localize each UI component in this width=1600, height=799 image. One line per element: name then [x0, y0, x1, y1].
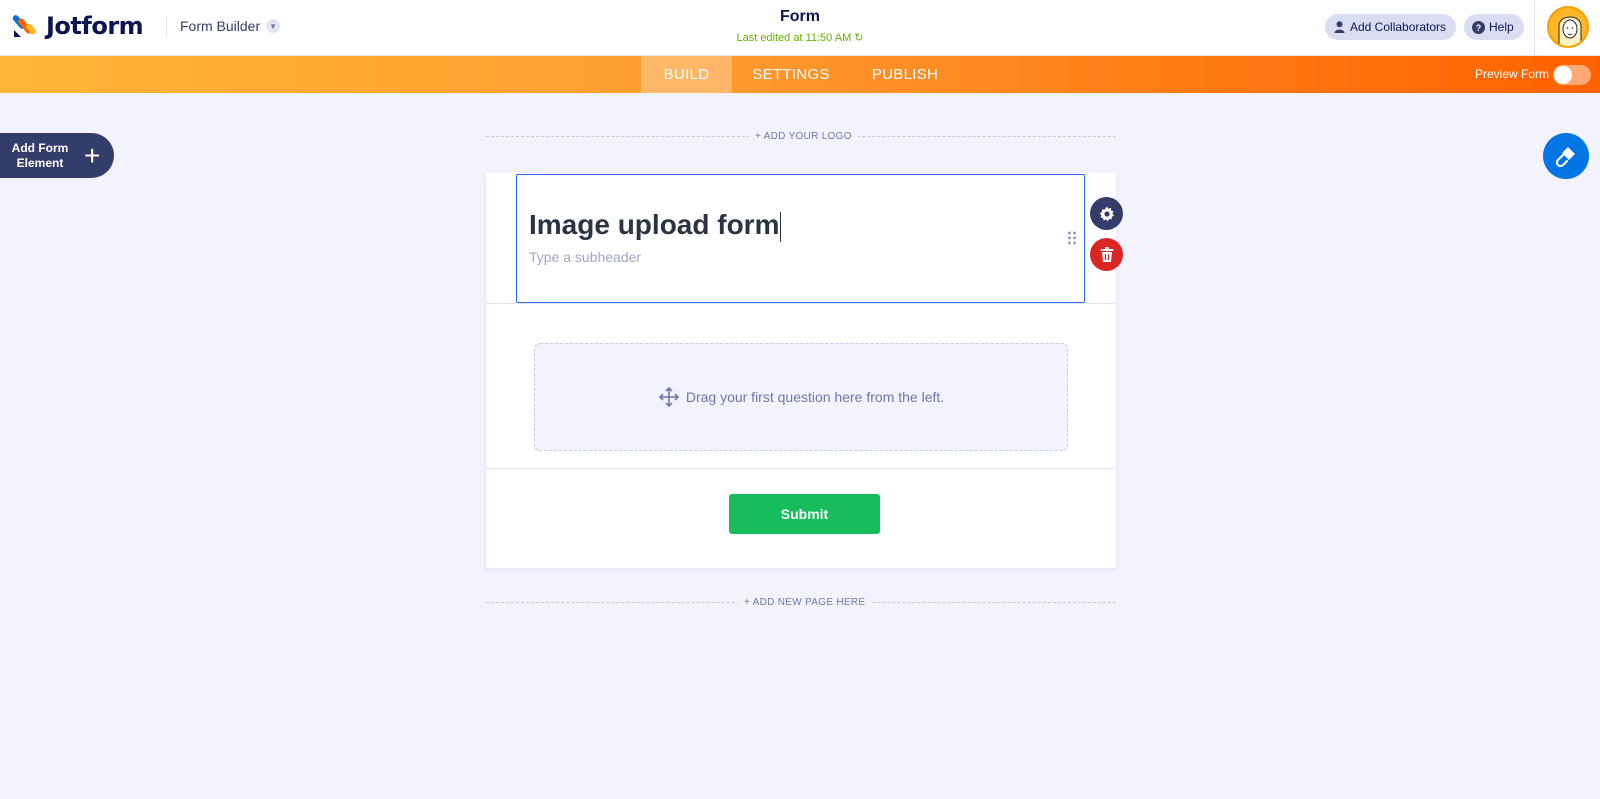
preview-form-toggle[interactable] [1553, 65, 1591, 85]
subheader-input[interactable]: Type a subheader [529, 249, 641, 265]
add-collaborators-label: Add Collaborators [1350, 20, 1447, 34]
add-form-element-button[interactable]: Add Form Element + [0, 133, 114, 178]
svg-text:?: ? [1476, 23, 1482, 33]
refresh-icon[interactable]: ↻ [854, 32, 863, 44]
gear-icon [1099, 206, 1114, 221]
last-edited-text: Last edited at 11:50 AM [736, 32, 852, 44]
move-arrows-icon [658, 386, 680, 408]
text-cursor [780, 211, 782, 242]
form-heading[interactable]: Image upload form [529, 209, 782, 242]
drop-zone-hint: Drag your first question here from the l… [685, 389, 945, 405]
tab-publish[interactable]: PUBLISH [866, 56, 944, 93]
question-drop-zone[interactable]: Drag your first question here from the l… [534, 343, 1068, 451]
top-header: Jotform Form Builder ▼ Form Last edited … [0, 0, 1600, 56]
element-settings-button[interactable] [1090, 197, 1123, 230]
section-divider [486, 468, 1116, 469]
form-designer-button[interactable] [1543, 133, 1589, 179]
section-divider [486, 303, 1116, 304]
help-button[interactable]: ? Help [1464, 14, 1524, 40]
add-form-element-label-line1: Add Form [11, 140, 69, 155]
paint-roller-icon [1555, 147, 1575, 167]
add-form-element-label-line2: Element [16, 155, 64, 170]
plus-icon: + [84, 139, 101, 171]
submit-button[interactable]: Submit [729, 494, 880, 534]
drag-handle-icon[interactable] [1067, 231, 1077, 250]
form-card: Image upload form Type a subheader Drag … [486, 173, 1116, 568]
preview-form-label: Preview Form [1475, 67, 1550, 81]
delete-element-button[interactable] [1090, 238, 1123, 271]
toggle-knob [1554, 66, 1572, 84]
add-collaborators-button[interactable]: Add Collaborators [1325, 14, 1457, 40]
builder-tabs-bar: BUILD SETTINGS PUBLISH Preview Form [0, 56, 1600, 93]
tab-build[interactable]: BUILD [641, 56, 732, 93]
trash-icon [1100, 246, 1113, 262]
add-logo-link[interactable]: + ADD YOUR LOGO [749, 131, 858, 142]
form-heading-text: Image upload form [529, 209, 780, 240]
add-form-element-label: Add Form Element [0, 141, 80, 171]
help-label: Help [1489, 20, 1514, 34]
tab-settings[interactable]: SETTINGS [746, 56, 836, 93]
help-icon: ? [1472, 20, 1485, 34]
header-divider-right [1534, 0, 1535, 56]
user-avatar[interactable] [1547, 6, 1589, 48]
user-icon [1333, 21, 1346, 34]
add-new-page-link[interactable]: + ADD NEW PAGE HERE [738, 597, 872, 608]
form-header-element[interactable]: Image upload form Type a subheader [516, 174, 1085, 303]
